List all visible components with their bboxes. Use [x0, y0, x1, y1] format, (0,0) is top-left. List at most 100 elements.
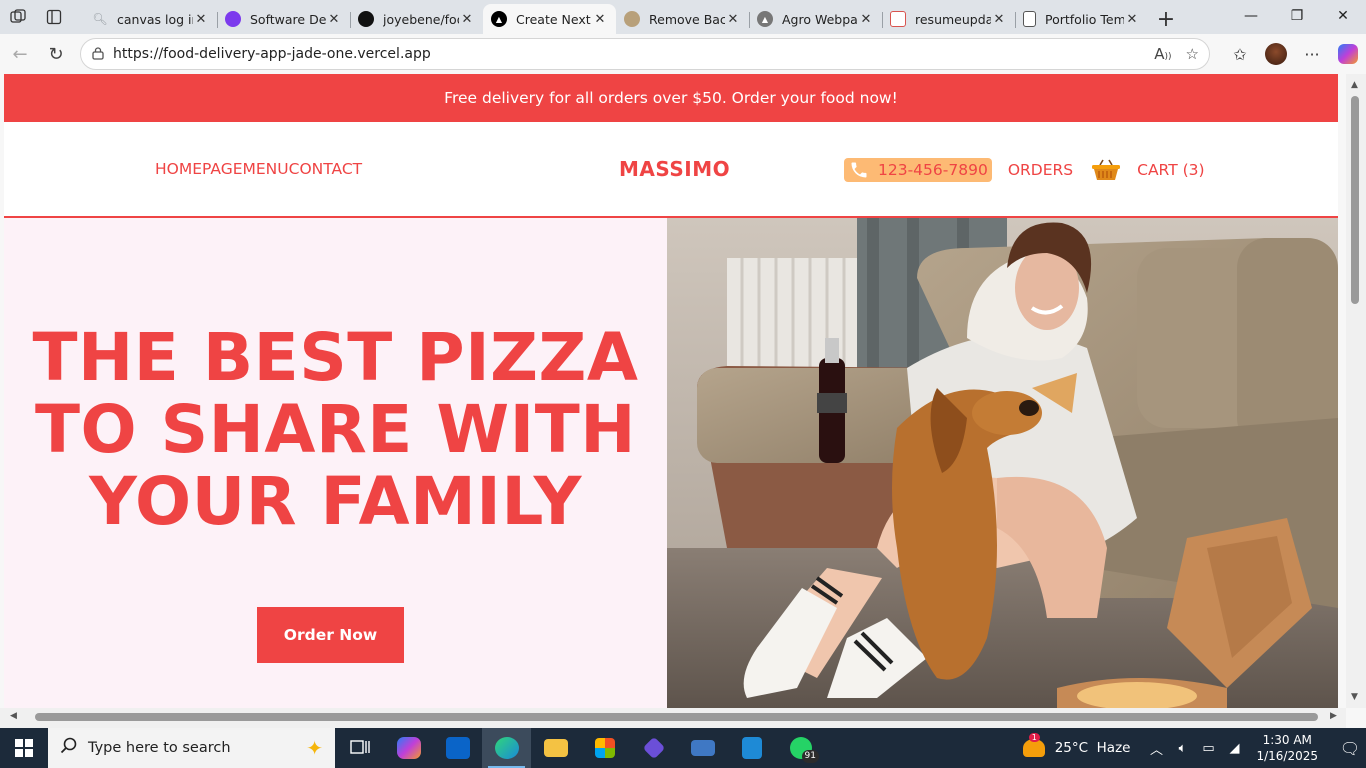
hero-title-line: YOUR FAMILY	[89, 463, 582, 540]
close-icon[interactable]: ✕	[725, 12, 741, 27]
order-now-button[interactable]: Order Now	[257, 607, 404, 663]
browser-tab[interactable]: Remove Back ✕	[616, 4, 749, 34]
site-info-icon[interactable]	[91, 46, 107, 62]
close-icon[interactable]: ✕	[326, 12, 342, 27]
scrollbar-thumb[interactable]	[35, 713, 1318, 721]
browser-tab[interactable]: ▲ Agro Webpag ✕	[749, 4, 882, 34]
phone-contact[interactable]: 123-456-7890	[844, 158, 992, 182]
battery-icon[interactable]: ▭	[1196, 741, 1220, 756]
volume-icon[interactable]: 🔈︎	[1170, 741, 1194, 756]
scroll-down-icon[interactable]: ▼	[1351, 692, 1358, 702]
more-options-icon[interactable]: ···	[1294, 45, 1330, 64]
browser-tab[interactable]: joyebene/foo ✕	[350, 4, 483, 34]
windows-taskbar: Type here to search ✦ 91 1 25°C Haze ︿ 🔈…	[0, 728, 1366, 768]
cart-link[interactable]: CART (3)	[1137, 161, 1204, 179]
notifications-icon[interactable]: 🗨︎	[1334, 739, 1366, 758]
nav-links: HOMEPAGE MENU CONTACT	[155, 160, 362, 178]
scroll-up-icon[interactable]: ▲	[1351, 80, 1358, 90]
back-icon[interactable]: ←	[2, 36, 38, 72]
favorites-icon[interactable]: ✩	[1222, 45, 1258, 64]
weather-alert-badge: 1	[1028, 733, 1040, 742]
edge-browser-icon[interactable]	[482, 728, 531, 768]
file-explorer-icon[interactable]	[531, 728, 580, 768]
restore-icon[interactable]: ❐	[1274, 0, 1320, 32]
clock[interactable]: 1:30 AM 1/16/2025	[1256, 732, 1318, 764]
phone-icon	[848, 160, 870, 180]
address-bar[interactable]: https://food-delivery-app-jade-one.verce…	[80, 38, 1210, 70]
browser-tab[interactable]: Software Dev ✕	[217, 4, 350, 34]
site-logo[interactable]: MASSIMO	[619, 157, 730, 181]
tab-title: Portfolio Tem	[1045, 11, 1124, 27]
nav-link-menu[interactable]: MENU	[243, 160, 289, 178]
profile-avatar[interactable]	[1265, 43, 1287, 65]
browser-tab-active[interactable]: ▲ Create Next A ✕	[483, 4, 616, 34]
microsoft-store-icon[interactable]	[580, 728, 629, 768]
read-aloud-icon[interactable]: A))	[1154, 45, 1171, 63]
url-text[interactable]: https://food-delivery-app-jade-one.verce…	[113, 46, 1154, 62]
notification-badge: 91	[801, 750, 819, 763]
orders-link[interactable]: ORDERS	[1008, 161, 1073, 179]
favorite-star-icon[interactable]: ☆	[1186, 45, 1199, 63]
search-placeholder: Type here to search	[88, 740, 231, 756]
site-navbar: HOMEPAGE MENU CONTACT MASSIMO 123-456-78…	[4, 122, 1338, 218]
close-icon[interactable]: ✕	[592, 12, 608, 27]
nav-right: 123-456-7890 ORDERS CART (3)	[844, 158, 1205, 182]
tab-title: joyebene/foo	[383, 11, 459, 27]
browser-tab[interactable]: 🔍︎ canvas log in ✕	[84, 4, 217, 34]
outlook-icon[interactable]	[433, 728, 482, 768]
copilot-app-icon[interactable]	[384, 728, 433, 768]
close-window-icon[interactable]: ✕	[1320, 0, 1366, 32]
horizontal-scrollbar[interactable]: ◀ ▶	[0, 708, 1346, 728]
document-icon	[1023, 11, 1036, 27]
tab-title: Software Dev	[250, 11, 326, 27]
search-icon: 🔍︎	[92, 12, 108, 26]
app-icon[interactable]	[629, 728, 678, 768]
scroll-left-icon[interactable]: ◀	[10, 711, 17, 721]
minimize-icon[interactable]: —	[1228, 0, 1274, 32]
site-favicon-icon	[225, 11, 241, 27]
tab-title: resumeupdat	[915, 11, 991, 27]
sparkle-icon: ✦	[306, 736, 323, 760]
browser-tab[interactable]: resumeupdat ✕	[882, 4, 1015, 34]
close-icon[interactable]: ✕	[991, 12, 1007, 27]
site-favicon-icon	[624, 11, 640, 27]
new-tab-button[interactable]: +	[1148, 4, 1184, 34]
vertical-scrollbar[interactable]: ▲ ▼	[1346, 74, 1366, 708]
wifi-icon[interactable]: ◢	[1222, 741, 1246, 756]
tab-title: canvas log in	[117, 11, 193, 27]
nav-link-contact[interactable]: CONTACT	[289, 160, 363, 178]
nav-link-homepage[interactable]: HOMEPAGE	[155, 160, 243, 178]
vercel-icon: ▲	[491, 11, 507, 27]
clock-date: 1/16/2025	[1256, 749, 1318, 763]
hero-title-line: THE BEST PIZZA	[32, 319, 639, 396]
promo-banner: Free delivery for all orders over $50. O…	[4, 74, 1338, 122]
pdf-icon	[890, 11, 906, 27]
chevron-up-icon[interactable]: ︿	[1144, 739, 1168, 758]
windows-start-icon[interactable]	[0, 728, 48, 768]
browser-tab[interactable]: Portfolio Tem ✕	[1015, 4, 1148, 34]
whatsapp-icon[interactable]: 91	[776, 728, 825, 768]
close-icon[interactable]: ✕	[193, 12, 209, 27]
close-icon[interactable]: ✕	[858, 12, 874, 27]
copilot-icon[interactable]	[1338, 44, 1358, 64]
remote-desktop-icon[interactable]	[678, 728, 727, 768]
scrollbar-thumb[interactable]	[1351, 96, 1359, 304]
window-controls: — ❐ ✕	[1228, 0, 1366, 32]
task-view-icon[interactable]	[335, 728, 384, 768]
phone-number: 123-456-7890	[878, 161, 988, 179]
toolbar-right: ✩ ···	[1222, 34, 1366, 74]
cart-icon[interactable]	[1091, 159, 1121, 181]
vscode-icon[interactable]	[727, 728, 776, 768]
browser-tab-strip: 🔍︎ canvas log in ✕ Software Dev ✕ joyebe…	[0, 0, 1366, 34]
tab-actions-icon[interactable]	[36, 2, 72, 32]
page-viewport: Free delivery for all orders over $50. O…	[4, 74, 1338, 708]
scroll-right-icon[interactable]: ▶	[1330, 711, 1337, 721]
taskbar-search[interactable]: Type here to search ✦	[48, 728, 335, 768]
close-icon[interactable]: ✕	[459, 12, 475, 27]
hero-text-panel: THE BEST PIZZA TO SHARE WITH YOUR FAMILY…	[4, 218, 667, 708]
weather-icon: 1	[1022, 733, 1045, 757]
workspaces-icon[interactable]	[0, 2, 36, 32]
weather-widget[interactable]: 1 25°C Haze	[1022, 733, 1130, 757]
refresh-icon[interactable]: ↻	[38, 36, 74, 72]
close-icon[interactable]: ✕	[1124, 12, 1140, 27]
